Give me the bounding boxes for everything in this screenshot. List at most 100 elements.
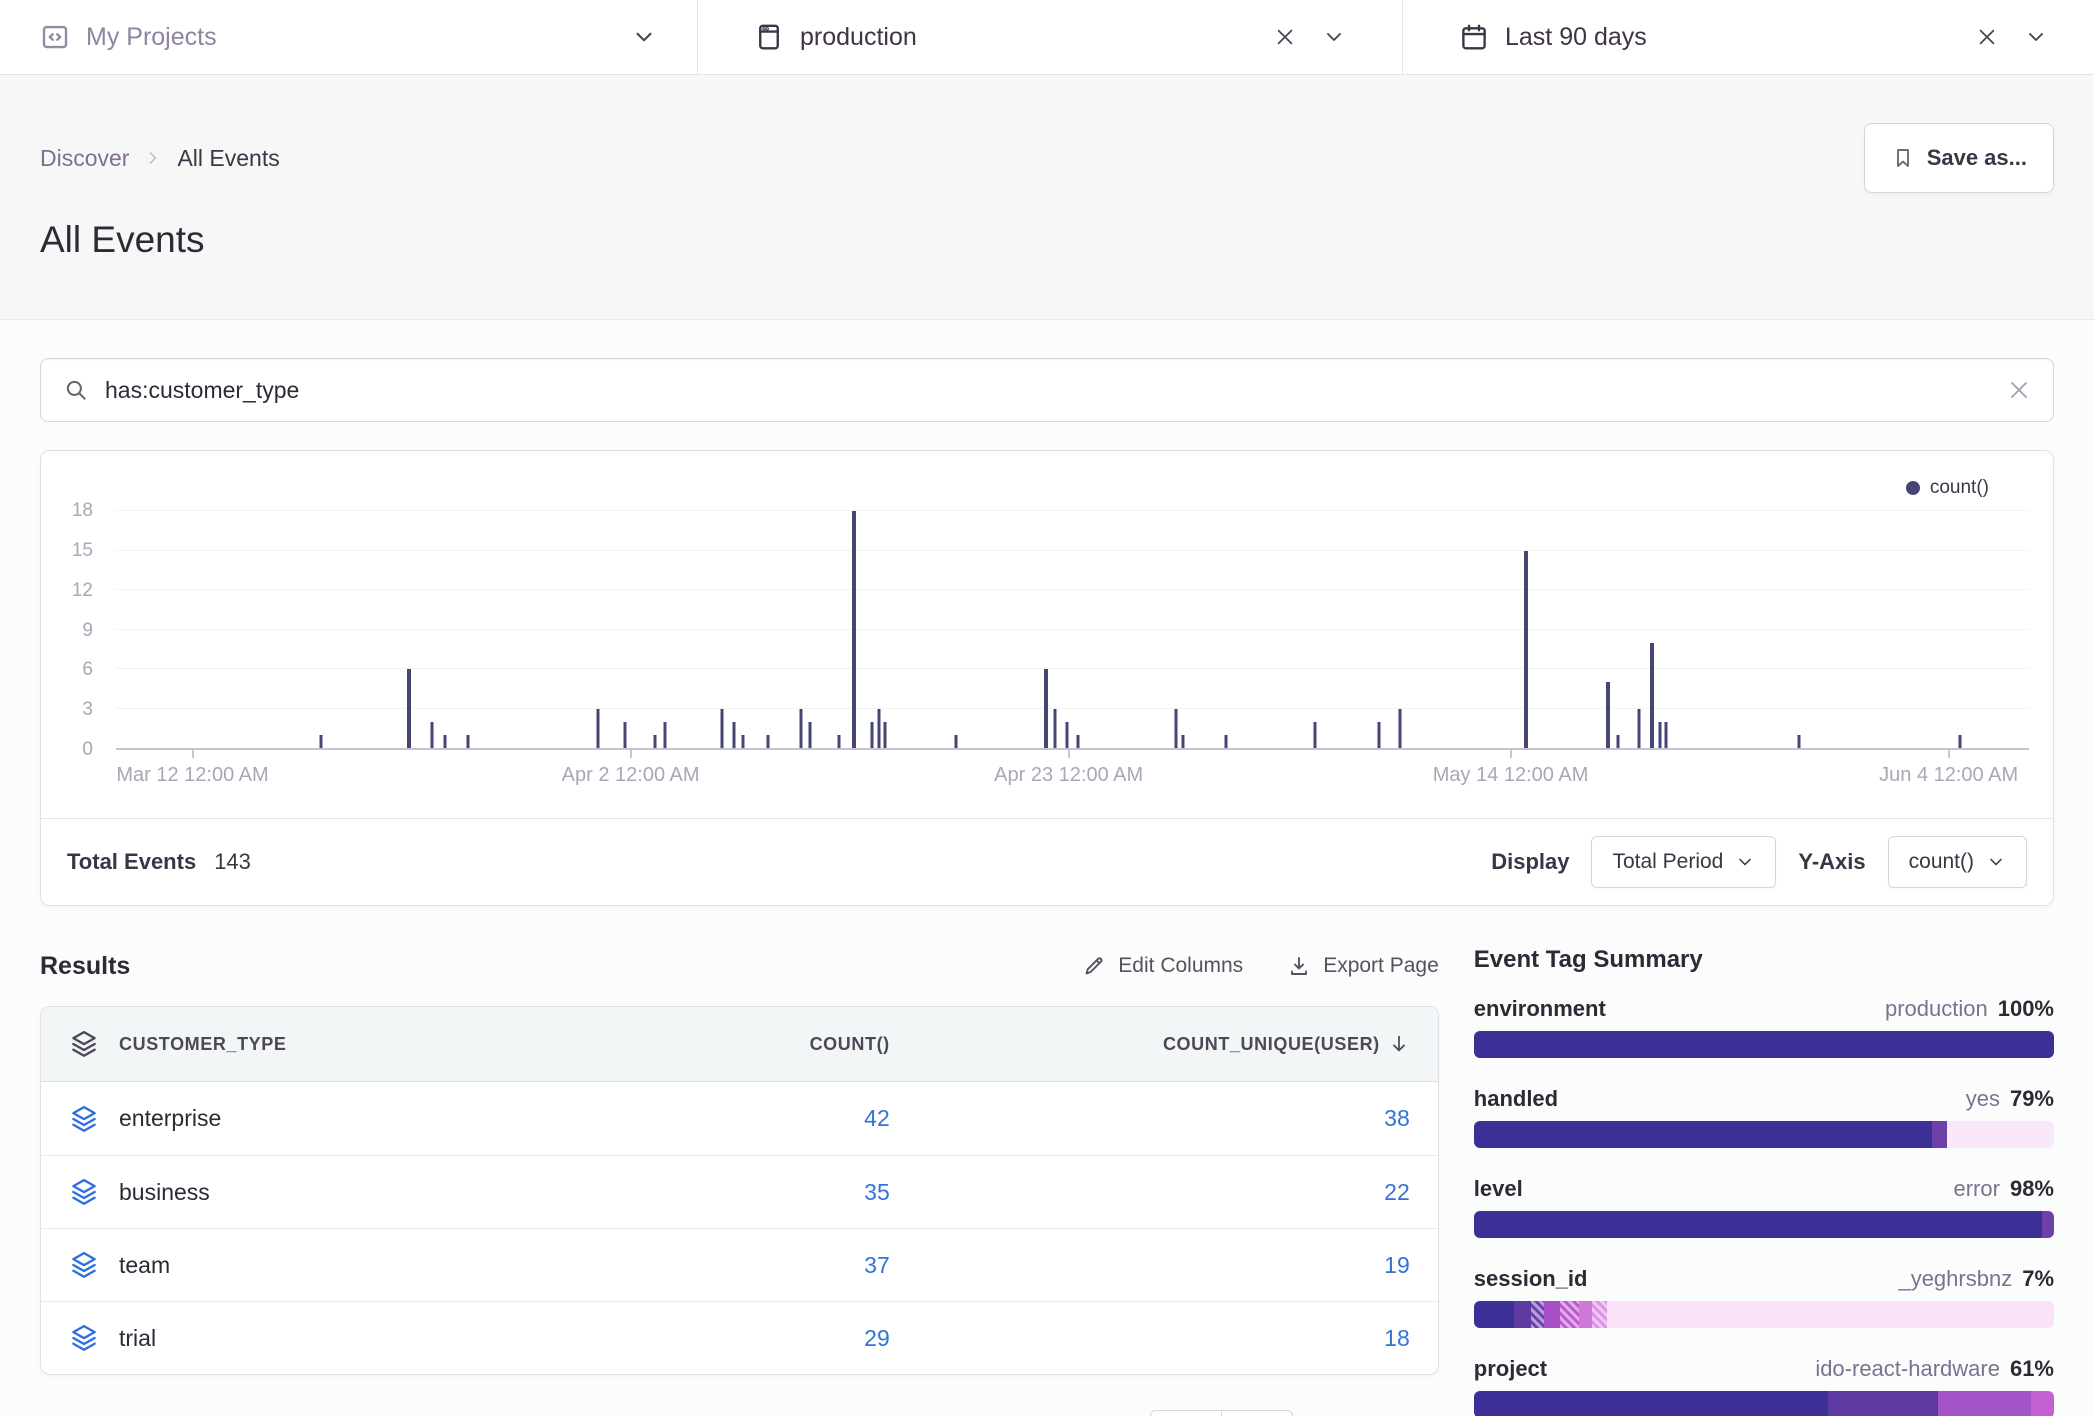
chart-bar[interactable] [838,735,841,748]
tag-distribution-bar[interactable] [1474,1031,2054,1058]
column-header-count[interactable]: COUNT() [810,1034,890,1054]
chart-bar[interactable] [1314,722,1317,748]
tag-bar-segment [1828,1391,1938,1416]
tag-bar-segment [1474,1391,1828,1416]
total-events: Total Events 143 [67,849,251,875]
x-tickmark [1510,750,1512,758]
chart-bar[interactable] [430,722,433,748]
chart-bar[interactable] [1959,735,1962,748]
yaxis-dropdown[interactable]: count() [1888,836,2027,888]
chart-bar[interactable] [1377,722,1380,748]
edit-columns-button[interactable]: Edit Columns [1082,954,1243,978]
tag-bar-segment [1592,1301,1607,1328]
tag-bar-segment [1474,1031,2054,1058]
display-dropdown[interactable]: Total Period [1591,836,1776,888]
clear-environment-icon[interactable] [1274,26,1296,48]
sort-desc-icon[interactable] [1388,1033,1410,1055]
chart-bar[interactable] [1637,709,1640,748]
tag-summary-entry: session_id _yeghrsbnz 7% [1474,1266,2054,1328]
pagination [40,1410,1439,1416]
events-chart[interactable]: count() 0369121518 Mar 12 12:00 AMApr 2 … [41,451,2053,818]
chart-bar[interactable] [466,735,469,748]
pagination-next-button[interactable] [1221,1410,1293,1416]
count-link[interactable]: 37 [864,1252,890,1278]
x-tick-label: Apr 23 12:00 AM [994,764,1143,787]
chart-bar[interactable] [1616,735,1619,748]
chart-bar[interactable] [742,735,745,748]
column-header-count-unique[interactable]: COUNT_UNIQUE(USER) [1163,1034,1380,1055]
gridline [116,629,2029,630]
date-range-label: Last 90 days [1505,23,1647,52]
chart-bar[interactable] [654,735,657,748]
chart-bar[interactable] [884,722,887,748]
chart-bar[interactable] [597,709,600,748]
chart-bar[interactable] [852,511,856,748]
display-label: Display [1491,849,1569,875]
tag-bar-segment [1531,1301,1544,1328]
project-selector-label: My Projects [86,23,217,52]
chart-bar[interactable] [809,722,812,748]
clear-search-icon[interactable] [2007,378,2031,402]
chart-bar[interactable] [721,709,724,748]
chart-bar[interactable] [1224,735,1227,748]
search-icon [63,377,89,403]
chart-bar[interactable] [1664,722,1667,748]
chart-bar[interactable] [623,722,626,748]
count-link[interactable]: 29 [864,1325,890,1351]
chart-y-axis: 0369121518 [41,511,105,750]
tag-distribution-bar[interactable] [1474,1391,2054,1416]
count-unique-link[interactable]: 18 [1384,1325,1410,1352]
count-unique-link[interactable]: 19 [1384,1252,1410,1279]
x-tickmark [1948,750,1950,758]
chart-bar[interactable] [1065,722,1068,748]
environment-selector[interactable]: production [697,0,1402,74]
count-unique-link[interactable]: 22 [1384,1179,1410,1206]
chart-bar[interactable] [1658,722,1661,748]
chart-bar[interactable] [870,722,873,748]
pagination-prev-button[interactable] [1150,1410,1222,1416]
count-link[interactable]: 35 [864,1179,890,1205]
save-as-button[interactable]: Save as... [1864,123,2054,193]
chart-bar[interactable] [1182,735,1185,748]
tag-summary-heading: Event Tag Summary [1474,946,2054,974]
chart-bar[interactable] [1798,735,1801,748]
tag-bar-segment [1607,1301,2054,1328]
clear-date-range-icon[interactable] [1976,26,1998,48]
gridline [116,708,2029,709]
chart-bar[interactable] [664,722,667,748]
x-tickmark [1068,750,1070,758]
chart-bar[interactable] [444,735,447,748]
chart-bar[interactable] [878,709,881,748]
chart-bar[interactable] [1077,735,1080,748]
tag-value: team [119,1252,170,1279]
project-selector[interactable]: My Projects [0,0,697,74]
chart-bar[interactable] [799,709,802,748]
export-page-button[interactable]: Export Page [1287,954,1439,978]
count-unique-link[interactable]: 38 [1384,1105,1410,1132]
search-input[interactable] [105,377,1991,404]
chart-bar[interactable] [767,735,770,748]
chart-bar[interactable] [1524,551,1528,749]
chart-bar[interactable] [1044,669,1048,748]
chart-bar[interactable] [1606,682,1610,748]
tag-percent: 98% [2010,1176,2054,1202]
global-filter-bar: My Projects production [0,0,2094,75]
chart-bar[interactable] [732,722,735,748]
count-link[interactable]: 42 [864,1105,890,1131]
page-title: All Events [40,219,2054,261]
chart-bar[interactable] [1054,709,1057,748]
tag-distribution-bar[interactable] [1474,1211,2054,1238]
chart-bar[interactable] [1650,643,1654,748]
chart-bar[interactable] [407,669,411,748]
chart-bar[interactable] [954,735,957,748]
breadcrumb-discover-link[interactable]: Discover [40,145,129,172]
date-range-selector[interactable]: Last 90 days [1402,0,2094,74]
pencil-icon [1082,954,1106,978]
tag-distribution-bar[interactable] [1474,1301,2054,1328]
chart-bar[interactable] [1398,709,1401,748]
y-tick-label: 3 [82,699,93,721]
column-header-customer-type[interactable]: CUSTOMER_TYPE [119,1034,287,1055]
chart-bar[interactable] [319,735,322,748]
tag-distribution-bar[interactable] [1474,1121,2054,1148]
chart-bar[interactable] [1174,709,1177,748]
